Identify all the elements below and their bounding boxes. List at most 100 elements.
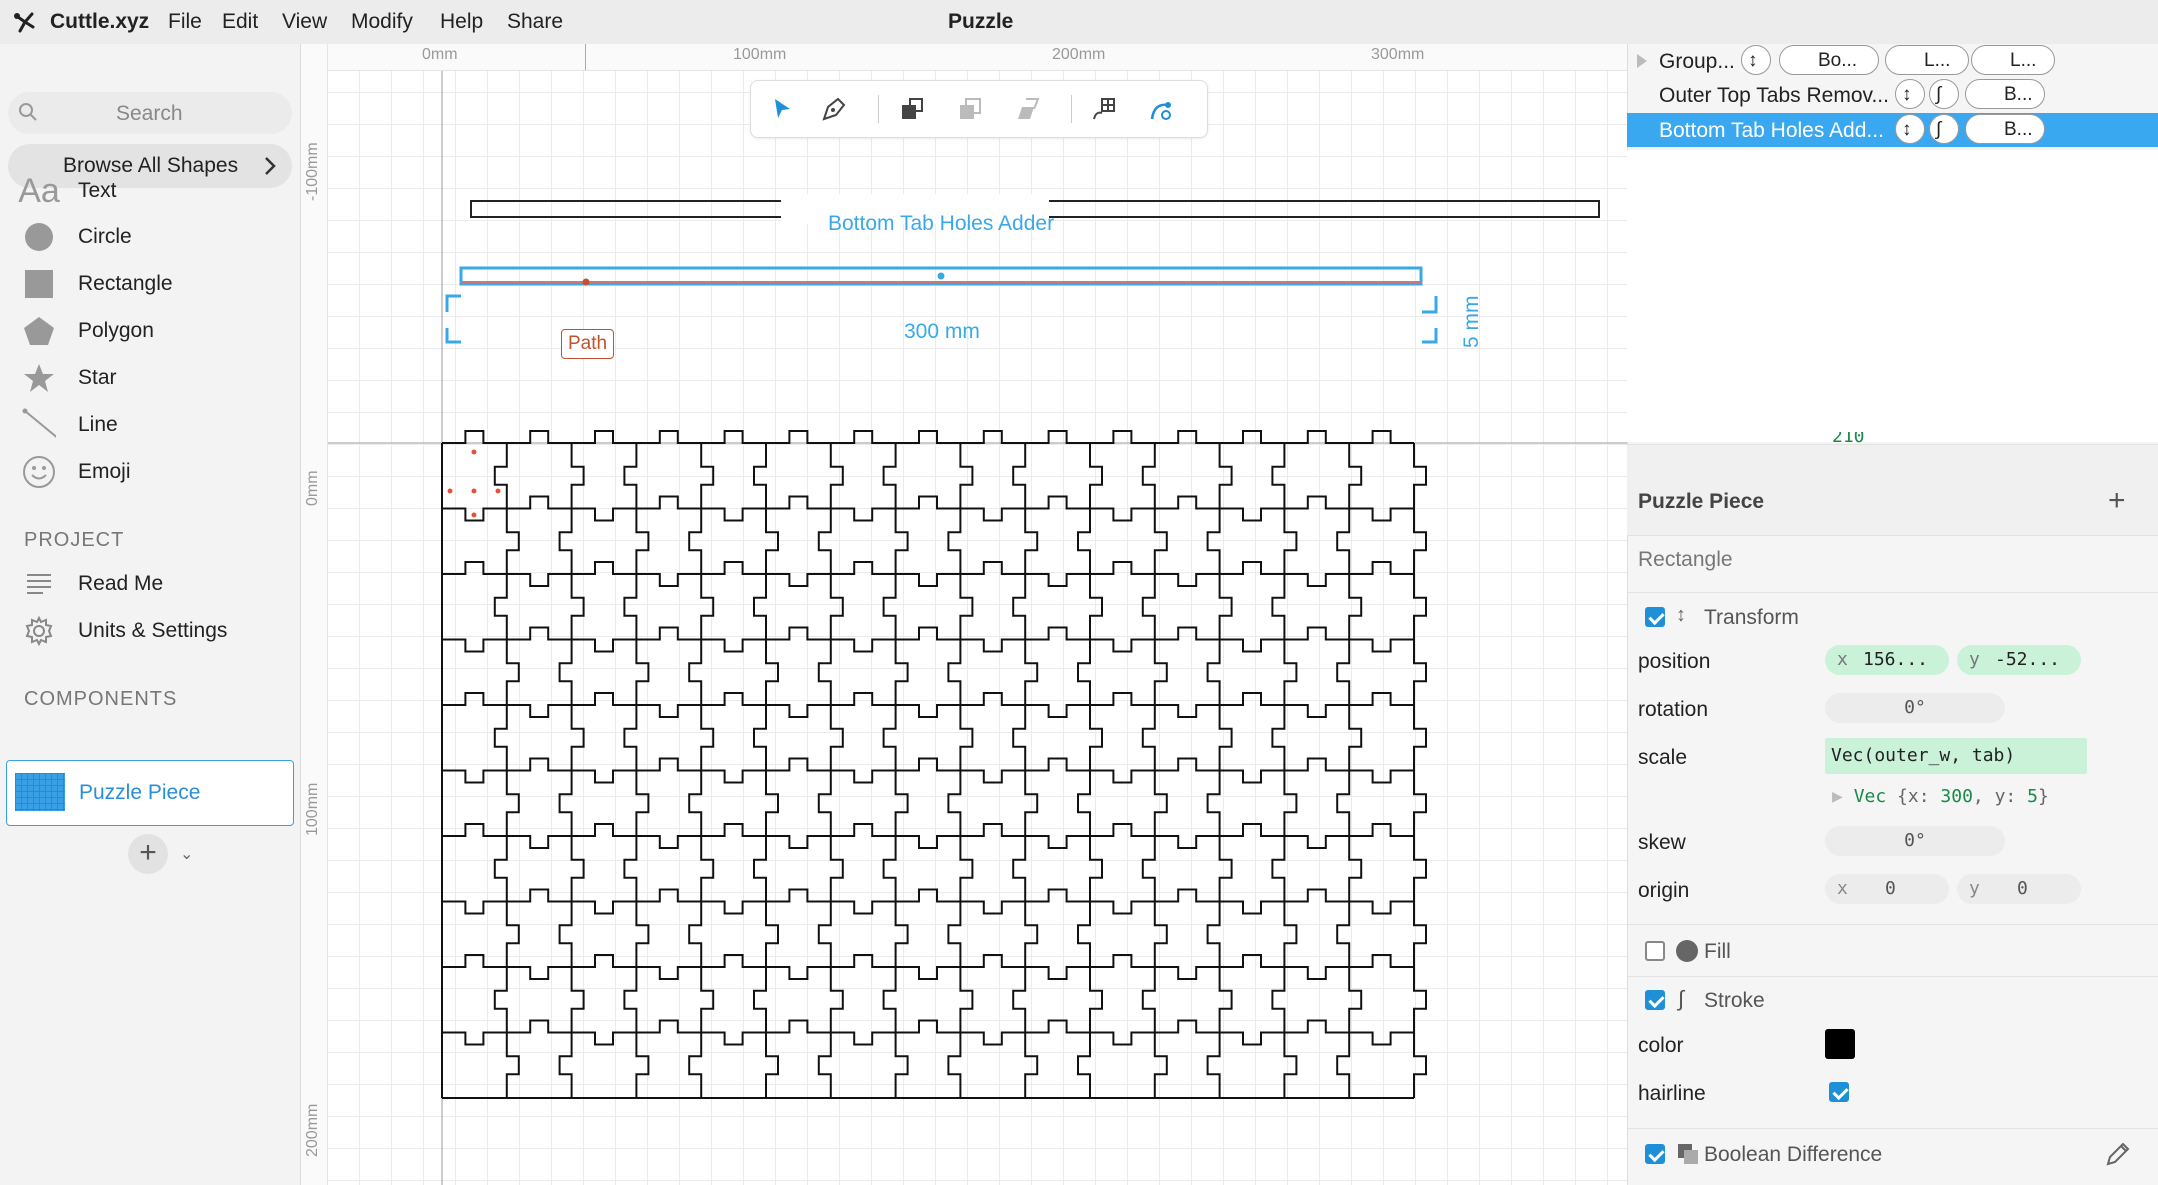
field-value: 0 [1885, 878, 1896, 899]
search-icon [18, 102, 38, 127]
add-property-button[interactable]: + [2108, 484, 2126, 518]
ruler-tick-label: 0mm [304, 470, 321, 506]
puzzle-grid[interactable] [441, 430, 1427, 1099]
boolean-checkbox[interactable] [1645, 1144, 1665, 1164]
menu-share[interactable]: Share [507, 10, 563, 34]
emoji-icon [22, 456, 56, 488]
tool-emoji[interactable]: Emoji [0, 451, 300, 491]
height-dimension-label: 5 mm [1460, 295, 1483, 349]
fill-checkbox[interactable] [1645, 941, 1665, 961]
tool-label: Text [78, 179, 117, 202]
expand-triangle-icon[interactable]: ▶ [1832, 786, 1843, 807]
canvas[interactable]: Bottom Tab Holes Adder 300 mm 5 mm Path [301, 44, 1627, 1185]
scale-tool-icon[interactable] [953, 93, 987, 125]
origin-x-field[interactable]: x0 [1825, 874, 1949, 904]
text-icon: Aa [18, 171, 60, 210]
transform-chip-icon[interactable]: ↕ [1895, 114, 1925, 144]
tool-star[interactable]: Star [0, 357, 300, 397]
layer-row-bottom-tab-holes[interactable]: Bottom Tab Holes Add... ↕ ∫ B... [1627, 113, 2158, 147]
puzzle-cut-lines[interactable] [441, 430, 1427, 1099]
node-edit-icon[interactable] [1087, 93, 1121, 125]
boolean-chip[interactable]: Bo... [1779, 45, 1879, 75]
search-placeholder: Search [116, 102, 183, 125]
boolean-label: Boolean Difference [1704, 1143, 1883, 1166]
boolean-chip[interactable]: B... [1965, 79, 2045, 109]
transform-label: Transform [1704, 606, 1799, 629]
project-settings[interactable]: Units & Settings [0, 610, 300, 650]
field-axis: y [1969, 878, 1980, 899]
ruler-marker [585, 44, 586, 70]
fill-icon [1676, 940, 1698, 962]
ruler-tick-label: 300mm [1371, 46, 1425, 63]
transform-checkbox[interactable] [1645, 607, 1665, 627]
tool-rectangle[interactable]: Rectangle [0, 263, 300, 303]
add-component-button[interactable]: + [128, 834, 168, 874]
origin-y-field[interactable]: y0 [1957, 874, 2081, 904]
tool-polygon[interactable]: Polygon [0, 310, 300, 350]
tool-label: Circle [78, 225, 132, 248]
menu-modify[interactable]: Modify [351, 10, 413, 34]
ruler-tick-label: -100mm [304, 142, 321, 201]
app-name[interactable]: Cuttle.xyz [50, 10, 149, 34]
chip-label: Bo... [1818, 50, 1858, 71]
smart-path-icon[interactable] [1145, 93, 1179, 125]
chevron-down-icon[interactable]: ⌄ [180, 844, 193, 864]
project-item-label: Units & Settings [78, 619, 228, 642]
menu-view[interactable]: View [282, 10, 327, 34]
pen-tool-icon[interactable] [817, 93, 851, 125]
layers-empty-area [1627, 150, 2158, 442]
tool-label: Polygon [78, 319, 154, 342]
field-value: 156... [1863, 649, 1929, 670]
transform-chip-icon[interactable]: ↕ [1741, 45, 1771, 75]
rotation-field[interactable]: 0° [1825, 693, 2005, 723]
menu-edit[interactable]: Edit [222, 10, 258, 34]
boolean-chip[interactable]: B... [1965, 114, 2045, 144]
hairline-checkbox[interactable] [1829, 1082, 1849, 1102]
menu-bar: Cuttle.xyz File Edit View Modify Help Sh… [0, 0, 2158, 45]
readme-icon [22, 569, 56, 599]
stroke-color-swatch[interactable] [1825, 1029, 1855, 1059]
cuttle-logo-icon [12, 9, 38, 40]
layer-row-outer-top-tabs[interactable]: Outer Top Tabs Remov... ↕ ∫ B... [1627, 78, 2158, 112]
document-title[interactable]: Puzzle [948, 10, 1013, 34]
layer-chip[interactable]: L... [1885, 45, 1969, 75]
search-input[interactable]: Search [8, 92, 292, 134]
edit-pencil-icon[interactable] [2104, 1140, 2132, 1173]
ruler-top: 0mm 100mm 200mm 300mm [301, 44, 1627, 71]
skew-field[interactable]: 0° [1825, 826, 2005, 856]
menu-file[interactable]: File [168, 10, 202, 34]
stroke-chip-icon[interactable]: ∫ [1929, 79, 1959, 109]
color-label: color [1638, 1034, 1684, 1057]
stroke-chip-icon[interactable]: ∫ [1929, 114, 1959, 144]
transform-chip-icon[interactable]: ↕ [1895, 79, 1925, 109]
menu-help[interactable]: Help [440, 10, 483, 34]
tool-text[interactable]: Aa Text [0, 170, 300, 210]
tool-circle[interactable]: Circle [0, 216, 300, 256]
line-icon [22, 408, 56, 440]
project-readme[interactable]: Read Me [0, 563, 300, 603]
scale-punct: , y: [1972, 786, 2017, 807]
scale-y-value: 5 [2027, 786, 2038, 807]
expand-triangle-icon[interactable] [1635, 52, 1649, 75]
width-dimension-label: 300 mm [904, 320, 980, 343]
scale-x-value: 300 [1940, 786, 1973, 807]
position-y-field[interactable]: y -52... [1957, 645, 2081, 675]
position-x-field[interactable]: x 156... [1825, 645, 1949, 675]
components-heading: COMPONENTS [24, 688, 178, 710]
stroke-checkbox[interactable] [1645, 990, 1665, 1010]
rotate-tool-icon[interactable] [895, 93, 929, 125]
tool-line[interactable]: Line [0, 404, 300, 444]
scale-label: scale [1638, 746, 1688, 769]
project-heading: PROJECT [24, 529, 125, 551]
field-axis: y [1969, 649, 1980, 670]
layer-row-group[interactable]: Group... ↕ Bo... L... L... [1627, 44, 2158, 78]
select-tool-icon[interactable] [765, 93, 799, 125]
transform-icon: ↕ [1676, 604, 1686, 626]
component-puzzle-piece[interactable]: Puzzle Piece [6, 760, 294, 826]
skew-tool-icon[interactable] [1011, 93, 1045, 125]
origin-label: origin [1638, 879, 1690, 902]
star-icon [22, 363, 56, 393]
scale-expression-field[interactable]: Vec(outer_w, tab) [1825, 738, 2087, 774]
layer-chip[interactable]: L... [1971, 45, 2055, 75]
ruler-left: -100mm 0mm 100mm 200mm [301, 44, 328, 1185]
